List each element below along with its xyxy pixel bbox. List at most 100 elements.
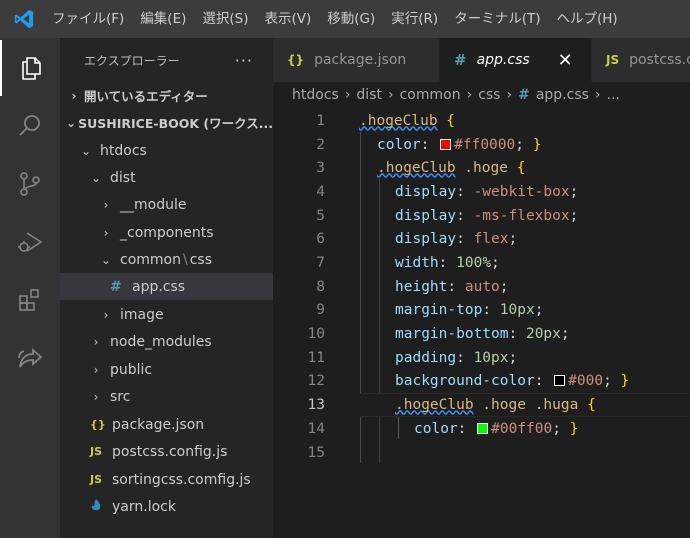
css-file-icon: # [454, 51, 467, 69]
line-number: 15 [307, 444, 325, 461]
tree-item-label: common [120, 251, 181, 268]
tree-item-label: package.json [112, 416, 205, 433]
tree-item-image[interactable]: › image [60, 301, 273, 328]
source-control-icon[interactable] [0, 156, 60, 212]
line-number: 2 [316, 136, 325, 153]
code-line: 8 height: auto; [273, 275, 690, 299]
explorer-header: エクスプローラー ··· [60, 38, 273, 82]
tree-item-label: dist [110, 169, 136, 186]
tab-label: package.json [314, 52, 407, 68]
menu-help[interactable]: ヘルプ(H) [548, 0, 625, 38]
line-number: 10 [307, 325, 325, 342]
js-file-icon: JS [90, 473, 103, 486]
extensions-icon[interactable] [0, 272, 60, 328]
code-text: color: #ff0000; } [377, 136, 542, 153]
tree-item-label: app.css [132, 278, 186, 295]
menu-edit[interactable]: 編集(E) [132, 0, 194, 38]
tab-app-css[interactable]: # app.css ✕ [440, 38, 592, 82]
line-number: 12 [307, 372, 325, 389]
tree-item-components[interactable]: › _components [60, 219, 273, 246]
json-file-icon: {} [287, 53, 305, 67]
tree-item-label: src [110, 388, 131, 405]
explorer-sidebar: エクスプローラー ··· › 開いているエディター ⌄ SUSHIRICE-BO… [60, 38, 273, 538]
breadcrumb-dist[interactable]: dist [356, 87, 382, 103]
workspace-section[interactable]: ⌄ SUSHIRICE-BOOK (ワークス... [60, 109, 273, 136]
tree-item-postcss-config[interactable]: JS postcss.config.js [60, 438, 273, 465]
menu-file[interactable]: ファイル(F) [48, 0, 132, 38]
tree-item-module[interactable]: › __module [60, 191, 273, 218]
title-bar: ファイル(F) 編集(E) 選択(S) 表示(V) 移動(G) 実行(R) ター… [0, 0, 690, 38]
menu-selection[interactable]: 選択(S) [194, 0, 256, 38]
code-line: 2 color: #ff0000; } [273, 133, 690, 157]
code-text: margin-bottom: 20px; [395, 325, 570, 342]
chevron-right-icon: › [71, 88, 77, 103]
code-line: 7 width: 100%; [273, 251, 690, 275]
code-text: background-color: #000; } [395, 372, 630, 389]
open-editors-section[interactable]: › 開いているエディター [60, 82, 273, 109]
tab-postcss-config[interactable]: JS postcss.c [592, 38, 690, 82]
tree-item-dist[interactable]: ⌄ dist [60, 164, 273, 191]
code-line: 5 display: -ms-flexbox; [273, 204, 690, 228]
menu-go[interactable]: 移動(G) [319, 0, 383, 38]
explorer-title: エクスプローラー [84, 53, 180, 68]
tree-item-yarn-lock[interactable]: yarn.lock [60, 493, 273, 520]
tree-item-common-css[interactable]: ⌄ common \ css [60, 246, 273, 273]
code-text: color: #00ff00; } [414, 420, 579, 437]
tree-item-node-modules[interactable]: › node_modules [60, 328, 273, 355]
code-text: padding: 10px; [395, 349, 518, 366]
chevron-right-icon: › [103, 307, 109, 322]
vscode-logo-icon[interactable] [0, 0, 48, 38]
code-text: .hogeClub .hoge { [377, 159, 526, 176]
code-text: margin-top: 10px; [395, 301, 544, 318]
search-icon[interactable] [0, 98, 60, 154]
code-editor[interactable]: 1 .hogeClub { 2 color: #ff0000; } 3 .hog… [273, 108, 690, 538]
breadcrumb-css[interactable]: css [478, 87, 500, 103]
code-line: 9 margin-top: 10px; [273, 298, 690, 322]
chevron-right-icon: › [387, 87, 394, 103]
yarn-file-icon [90, 498, 112, 515]
breadcrumb-file[interactable]: app.css [536, 87, 589, 103]
run-debug-icon[interactable] [0, 214, 60, 270]
breadcrumb-common[interactable]: common [400, 87, 461, 103]
explorer-icon[interactable] [0, 40, 60, 96]
chevron-right-icon: › [93, 362, 99, 377]
line-number: 8 [316, 278, 325, 295]
breadcrumb-htdocs[interactable]: htdocs [292, 87, 339, 103]
chevron-down-icon: ⌄ [100, 252, 112, 267]
line-number: 14 [307, 420, 325, 437]
chevron-right-icon: › [344, 87, 351, 103]
code-text: display: flex; [395, 230, 518, 247]
js-file-icon: JS [90, 445, 103, 458]
live-share-icon[interactable] [0, 330, 60, 386]
js-file-icon: JS [606, 53, 620, 67]
tree-item-label: css [189, 251, 212, 268]
tab-package-json[interactable]: {} package.json [273, 38, 440, 82]
json-file-icon: {} [90, 418, 106, 431]
tree-item-src[interactable]: › src [60, 383, 273, 410]
tree-item-htdocs[interactable]: ⌄ htdocs [60, 137, 273, 164]
menu-view[interactable]: 表示(V) [257, 0, 320, 38]
menu-run[interactable]: 実行(R) [383, 0, 446, 38]
menu-terminal[interactable]: ターミナル(T) [446, 0, 548, 38]
tree-item-sortingcss-config[interactable]: JS sortingcss.comfig.js [60, 466, 273, 493]
close-icon[interactable]: ✕ [558, 50, 573, 71]
breadcrumb-more[interactable]: ... [607, 87, 620, 103]
color-swatch[interactable] [477, 422, 489, 434]
breadcrumb: htdocs › dist › common › css › # app.css… [273, 82, 690, 108]
tree-item-public[interactable]: › public [60, 356, 273, 383]
code-line: 11 padding: 10px; [273, 346, 690, 370]
css-file-icon: # [110, 278, 122, 295]
tree-item-appcss[interactable]: # app.css [60, 273, 273, 300]
more-actions-icon[interactable]: ··· [235, 51, 253, 70]
tree-item-package-json[interactable]: {} package.json [60, 411, 273, 438]
code-text: .hogeClub { [359, 112, 456, 129]
line-number: 7 [316, 254, 325, 271]
line-number: 5 [316, 207, 325, 224]
color-swatch[interactable] [554, 374, 566, 386]
activity-bar [0, 38, 60, 538]
tree-item-label: sortingcss.comfig.js [112, 471, 251, 488]
tree-item-label: node_modules [110, 333, 212, 350]
color-swatch[interactable] [440, 138, 452, 150]
line-number: 9 [316, 301, 325, 318]
tree-item-label: htdocs [100, 142, 147, 159]
